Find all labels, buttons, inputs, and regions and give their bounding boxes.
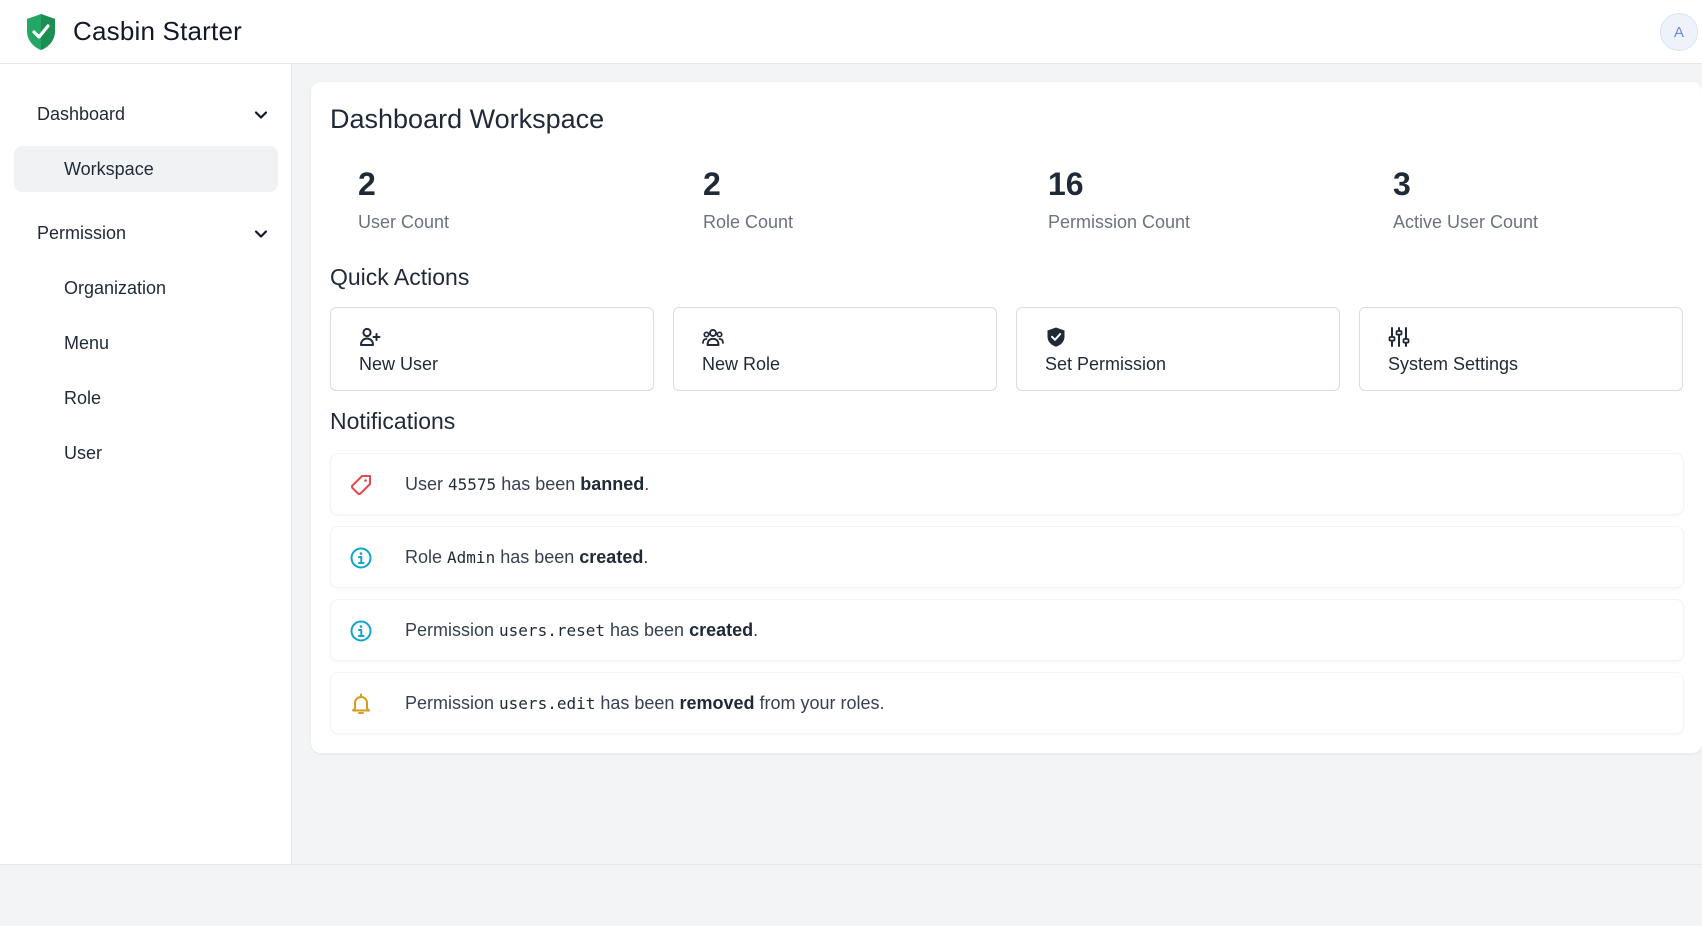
notification-item[interactable]: Permission users.edit has been removed f…: [330, 672, 1684, 734]
page-title: Dashboard Workspace: [330, 104, 605, 134]
action-label: New User: [359, 354, 439, 374]
stat-user-count: 2 User Count: [358, 168, 658, 233]
stat-active-user-count: 3 Active User Count: [1393, 168, 1693, 233]
new-role-button[interactable]: New Role: [673, 307, 997, 391]
sidebar-item-label: User: [64, 442, 103, 463]
app-header: Casbin Starter A: [0, 0, 1702, 64]
notification-item[interactable]: Role Admin has been created.: [330, 526, 1684, 588]
sidebar-group-permission[interactable]: Permission: [14, 210, 278, 256]
notification-code: users.edit: [499, 694, 596, 713]
notification-text: User 45575 has been banned.: [405, 474, 650, 494]
sidebar-item-label: Workspace: [64, 158, 154, 179]
notification-text: Role Admin has been created.: [405, 547, 649, 567]
chevron-down-icon: [254, 230, 268, 238]
notifications-title: Notifications: [330, 408, 456, 434]
sidebar-group-dashboard[interactable]: Dashboard: [14, 91, 278, 137]
info-icon: [350, 547, 372, 569]
sidebar-item-workspace[interactable]: Workspace: [14, 146, 278, 192]
stat-value: 3: [1393, 166, 1411, 202]
set-permission-button[interactable]: Set Permission: [1016, 307, 1340, 391]
users-icon: [702, 329, 724, 346]
notification-text: Permission users.edit has been removed f…: [405, 693, 885, 713]
stat-label: Permission Count: [1048, 212, 1191, 232]
app-title: Casbin Starter: [73, 16, 242, 46]
sidebar-item-role[interactable]: Role: [14, 375, 278, 421]
shield-logo-icon: [27, 14, 55, 50]
user-avatar[interactable]: A: [1660, 13, 1698, 51]
sidebar-item-organization[interactable]: Organization: [14, 265, 278, 311]
notification-item[interactable]: Permission users.reset has been created.: [330, 599, 1684, 661]
shield-check-icon: [1047, 327, 1065, 347]
notification-action: banned: [580, 474, 645, 494]
sidebar-item-label: Role: [64, 387, 102, 408]
notification-action: created: [579, 547, 644, 567]
notification-action: removed: [679, 693, 755, 713]
stat-value: 16: [1048, 166, 1084, 202]
user-plus-icon: [360, 327, 381, 346]
sidebar-group-label: Permission: [37, 222, 127, 243]
sidebar-item-label: Menu: [64, 332, 110, 353]
stat-label: Active User Count: [1393, 212, 1539, 232]
sidebar-group-label: Dashboard: [37, 103, 126, 124]
sidebar: Dashboard Workspace Permission Organizat…: [0, 64, 292, 864]
chevron-down-icon: [254, 111, 268, 119]
notification-text: Permission users.reset has been created.: [405, 620, 759, 640]
info-icon: [350, 620, 372, 642]
system-settings-button[interactable]: System Settings: [1359, 307, 1683, 391]
notification-code: users.reset: [499, 621, 605, 640]
stat-value: 2: [358, 166, 376, 202]
quick-actions-title: Quick Actions: [330, 264, 470, 290]
bell-icon: [352, 693, 370, 714]
action-label: New Role: [702, 354, 781, 374]
sliders-icon: [1388, 327, 1410, 347]
notification-code: Admin: [447, 548, 496, 567]
sidebar-item-label: Organization: [64, 277, 167, 298]
action-label: Set Permission: [1045, 354, 1167, 374]
notification-code: 45575: [448, 475, 497, 494]
footer-bar: [0, 864, 1702, 926]
notification-action: created: [689, 620, 754, 640]
stat-label: Role Count: [703, 212, 794, 232]
sidebar-item-user[interactable]: User: [14, 430, 278, 476]
new-user-button[interactable]: New User: [330, 307, 654, 391]
notification-item[interactable]: User 45575 has been banned.: [330, 453, 1684, 515]
stat-value: 2: [703, 166, 721, 202]
action-label: System Settings: [1388, 354, 1519, 374]
stat-label: User Count: [358, 212, 450, 232]
stat-permission-count: 16 Permission Count: [1048, 168, 1348, 233]
stat-role-count: 2 Role Count: [703, 168, 1003, 233]
workspace-card: Dashboard Workspace 2 User Count 2 Role …: [311, 82, 1702, 753]
tag-icon: [350, 475, 371, 496]
sidebar-item-menu[interactable]: Menu: [14, 320, 278, 366]
